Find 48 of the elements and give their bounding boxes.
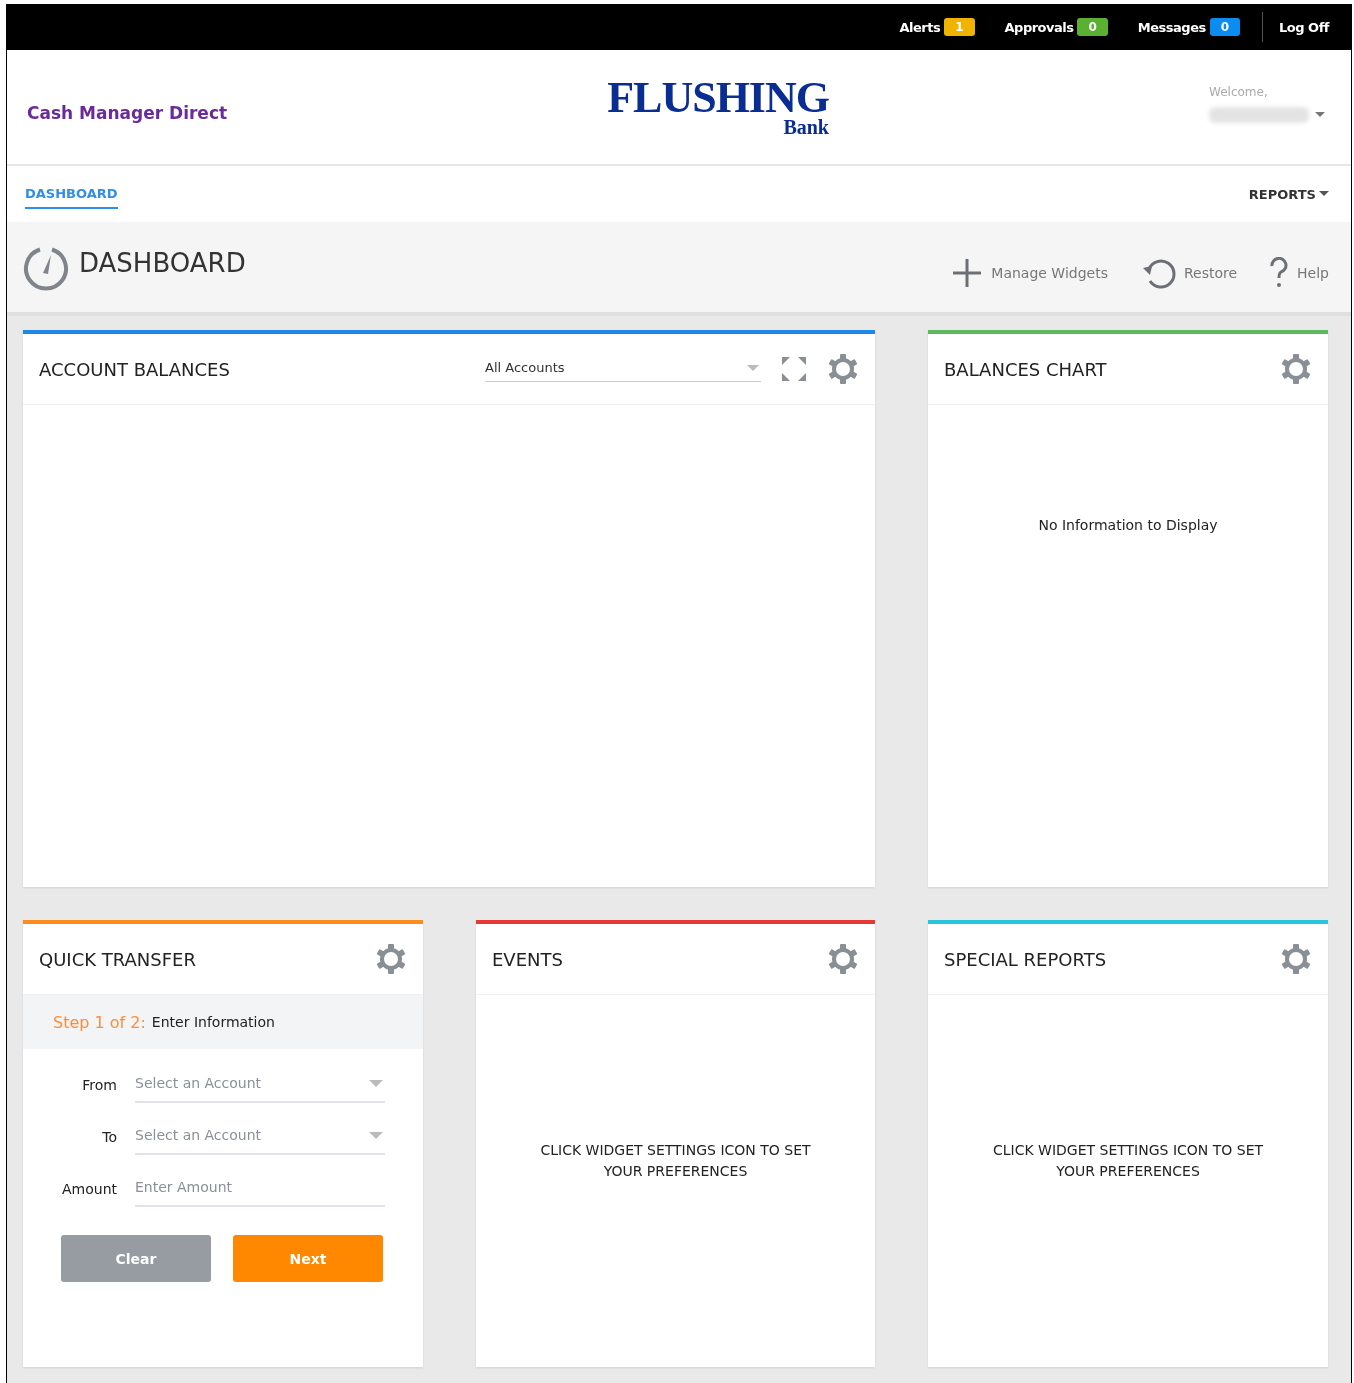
caret-icon (747, 364, 759, 371)
widget-title: EVENTS (492, 948, 563, 970)
caret-icon (369, 1131, 383, 1139)
account-select[interactable]: Select an Account (135, 1119, 385, 1155)
next-button[interactable]: Next (233, 1235, 383, 1282)
toolbar-action[interactable]: Restore (1139, 257, 1238, 289)
logo-name: FLUSHING (607, 78, 829, 118)
plus-icon (951, 257, 984, 289)
caret-icon (1319, 191, 1329, 197)
field-label: To (101, 1129, 117, 1145)
widget-title: ACCOUNT BALANCES (39, 358, 230, 380)
count-badge: 0 (1077, 18, 1108, 36)
nav-tab[interactable]: DASHBOARD (25, 179, 118, 209)
field-label: From (81, 1077, 117, 1093)
welcome-text: Welcome, (1209, 85, 1269, 99)
count-badge: 1 (944, 18, 975, 36)
empty-message: CLICK WIDGET SETTINGS ICON TO SET YOUR PREFERENCES (539, 1141, 812, 1181)
top-bar-link[interactable]: Approvals (1004, 19, 1074, 35)
caret-icon (369, 1079, 383, 1087)
account-select[interactable]: Select an Account (135, 1067, 385, 1103)
count-badge: 0 (1209, 18, 1241, 36)
field-label: Amount (61, 1181, 117, 1197)
account-filter-dropdown[interactable]: All Accounts (485, 356, 761, 382)
widget-title: SPECIAL REPORTS (944, 948, 1107, 970)
widget-title: BALANCES CHART (944, 358, 1107, 380)
empty-message: No Information to Display (1038, 517, 1218, 533)
settings-icon[interactable] (1280, 943, 1312, 975)
caret-icon[interactable] (1315, 112, 1325, 118)
toolbar-action[interactable]: Manage Widgets (951, 257, 1108, 289)
top-bar-link[interactable]: Messages (1137, 19, 1206, 35)
clear-button[interactable]: Clear (61, 1235, 211, 1282)
page-title: DASHBOARD (79, 248, 246, 278)
top-bar-link[interactable]: Alerts (899, 19, 941, 35)
log-off-link[interactable]: Log Off (1279, 19, 1329, 35)
step-indicator: Step 1 of 2: Enter Information (23, 995, 423, 1049)
settings-icon[interactable] (1280, 353, 1312, 385)
help-icon (1269, 257, 1290, 289)
reports-menu[interactable]: REPORTS (1248, 186, 1329, 202)
settings-icon[interactable] (375, 943, 407, 975)
app-name: Cash Manager Direct (27, 103, 229, 123)
logo-subtitle: Bank (783, 118, 829, 136)
expand-icon[interactable] (781, 356, 807, 382)
toolbar-action[interactable]: Help (1269, 257, 1329, 289)
settings-icon[interactable] (827, 353, 859, 385)
widget-title: QUICK TRANSFER (39, 948, 196, 970)
empty-message: CLICK WIDGET SETTINGS ICON TO SET YOUR PREFERENCES (991, 1141, 1265, 1181)
gauge-icon (23, 245, 69, 291)
settings-icon[interactable] (827, 943, 859, 975)
